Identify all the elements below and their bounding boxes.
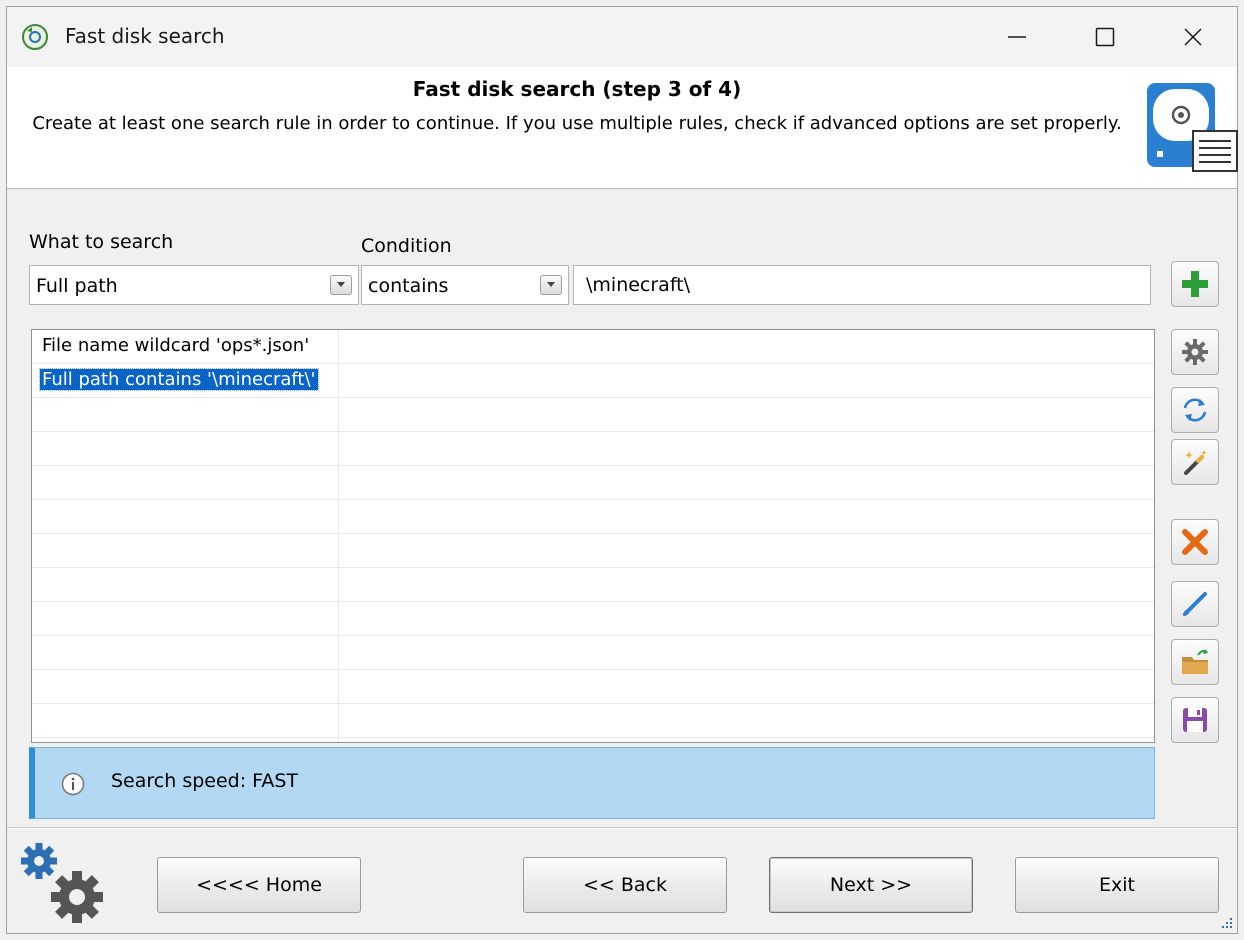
rules-list[interactable]: File name wildcard 'ops*.json' Full path… (31, 329, 1155, 743)
next-button[interactable]: Next >> (769, 857, 973, 913)
add-icon (1182, 271, 1208, 297)
empty-row (32, 636, 1154, 670)
empty-row (32, 534, 1154, 568)
refresh-button[interactable] (1171, 387, 1219, 433)
dropdown-arrow-icon[interactable] (540, 275, 562, 295)
minimize-button[interactable] (973, 7, 1061, 67)
magic-wand-icon (1184, 450, 1207, 475)
add-rule-button[interactable] (1171, 261, 1219, 307)
what-to-search-value: Full path (36, 275, 118, 297)
save-rules-button[interactable] (1171, 697, 1219, 743)
resize-grip-icon[interactable] (1219, 915, 1233, 929)
search-speed-info: Search speed: FAST (29, 747, 1155, 819)
rule-text: Full path contains '\minecraft\' (39, 368, 319, 391)
info-icon (61, 772, 85, 796)
dropdown-arrow-icon[interactable] (330, 275, 352, 295)
maximize-icon (1095, 27, 1115, 47)
rule-row-selected[interactable]: Full path contains '\minecraft\' (32, 364, 1154, 398)
exit-button[interactable]: Exit (1015, 857, 1219, 913)
gears-icon (21, 843, 103, 923)
condition-value: contains (368, 275, 449, 297)
app-window: Fast disk search Fast disk search (step … (6, 6, 1238, 934)
window-title: Fast disk search (65, 24, 225, 48)
delete-rule-button[interactable] (1171, 519, 1219, 565)
load-rules-button[interactable] (1171, 639, 1219, 685)
wizard-header: Fast disk search (step 3 of 4) Create at… (7, 67, 1238, 189)
what-to-search-label: What to search (29, 231, 174, 253)
condition-label: Condition (361, 235, 452, 257)
empty-row (32, 466, 1154, 500)
wizard-button[interactable] (1171, 439, 1219, 485)
close-button[interactable] (1149, 7, 1237, 67)
step-description: Create at least one search rule in order… (32, 113, 1122, 134)
empty-row (32, 568, 1154, 602)
empty-row (32, 398, 1154, 432)
open-folder-icon (1182, 649, 1208, 674)
empty-row (32, 602, 1154, 636)
title-bar: Fast disk search (7, 7, 1237, 67)
home-button[interactable]: <<<< Home (157, 857, 361, 913)
refresh-icon (1183, 398, 1207, 422)
gear-icon (1182, 339, 1208, 365)
close-icon (1184, 28, 1202, 46)
delete-icon (1182, 529, 1208, 555)
maximize-button[interactable] (1061, 7, 1149, 67)
what-to-search-select[interactable]: Full path (29, 265, 359, 305)
edit-icon (1183, 592, 1207, 616)
empty-row (32, 432, 1154, 466)
save-icon (1183, 708, 1207, 732)
rule-text: File name wildcard 'ops*.json' (42, 335, 310, 356)
edit-rule-button[interactable] (1171, 581, 1219, 627)
search-speed-text: Search speed: FAST (111, 770, 299, 792)
app-icon (22, 24, 48, 50)
hard-disk-icon (1147, 83, 1238, 172)
search-value-input[interactable] (573, 265, 1151, 305)
condition-select[interactable]: contains (361, 265, 569, 305)
empty-row (32, 704, 1154, 738)
rule-row[interactable]: File name wildcard 'ops*.json' (32, 330, 1154, 364)
settings-button[interactable] (1171, 329, 1219, 375)
empty-row (32, 670, 1154, 704)
minimize-icon (1008, 36, 1026, 38)
empty-row (32, 500, 1154, 534)
footer-divider (7, 827, 1237, 829)
step-title: Fast disk search (step 3 of 4) (412, 77, 742, 101)
back-button[interactable]: << Back (523, 857, 727, 913)
